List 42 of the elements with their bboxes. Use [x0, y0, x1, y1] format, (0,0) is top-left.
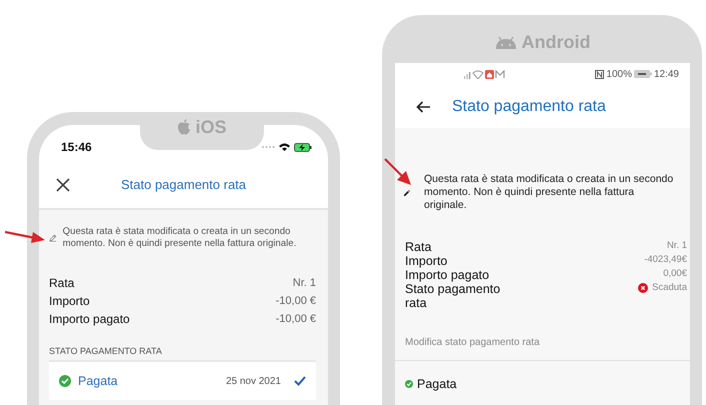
- row-label: Importo: [49, 294, 90, 308]
- section-header: Modifica stato pagamento rata: [395, 337, 690, 361]
- info-note: Questa rata è stata modificata o creata in un secondo momento. Non è quindi presente nella fattura originale.: [62, 226, 298, 250]
- status-time: 12:49: [654, 68, 679, 80]
- check-circle-icon: [405, 380, 413, 388]
- row-label: Importo pagato: [405, 268, 490, 282]
- row-value: -10,00 €: [276, 295, 316, 307]
- info-note: Questa rata è stata modificata o creata in un secondo momento. Non è quindi presente nella fattura originale.: [424, 173, 674, 212]
- checkmark-icon: [294, 376, 306, 386]
- row-value: Nr. 1: [292, 277, 316, 289]
- battery-charging-icon: [294, 142, 312, 152]
- row-value: -4023,49€: [644, 254, 687, 265]
- battery-charging-icon: [634, 70, 652, 78]
- status-label: Pagata: [417, 377, 457, 391]
- status-option[interactable]: Pagata: [395, 361, 690, 405]
- nfc-icon: [595, 70, 604, 78]
- check-circle-icon: [59, 375, 71, 387]
- row-value: 0,00€: [663, 268, 687, 279]
- row-label: Stato pagamento rata: [405, 282, 502, 310]
- close-icon[interactable]: [56, 178, 70, 192]
- battery-percent: 100%: [606, 68, 632, 80]
- row-value: Nr. 1: [666, 240, 687, 251]
- annotation-arrow: [5, 229, 45, 243]
- status-date: 25 nov 2021: [226, 376, 281, 386]
- wifi-icon: [279, 143, 290, 151]
- back-arrow-icon[interactable]: [416, 100, 430, 112]
- status-time: 15:46: [61, 140, 92, 154]
- apple-icon: [177, 119, 192, 135]
- row-label: Importo: [405, 254, 448, 268]
- error-icon: [638, 282, 648, 292]
- screen-title: Stato pagamento rata: [452, 98, 606, 116]
- row-label: Rata: [405, 240, 432, 254]
- row-label: Importo pagato: [49, 312, 130, 326]
- annotation-arrow: [384, 158, 412, 186]
- row-label: Rata: [49, 276, 74, 290]
- row-value: -10,00 €: [276, 313, 316, 325]
- screen-title: Stato pagamento rata: [120, 177, 246, 192]
- status-option[interactable]: Pagata 25 nov 2021: [59, 374, 306, 388]
- signal-icon: [261, 145, 275, 149]
- android-icon: [494, 36, 516, 48]
- status-label: Pagata: [78, 374, 119, 388]
- status-value: Scaduta: [652, 282, 687, 293]
